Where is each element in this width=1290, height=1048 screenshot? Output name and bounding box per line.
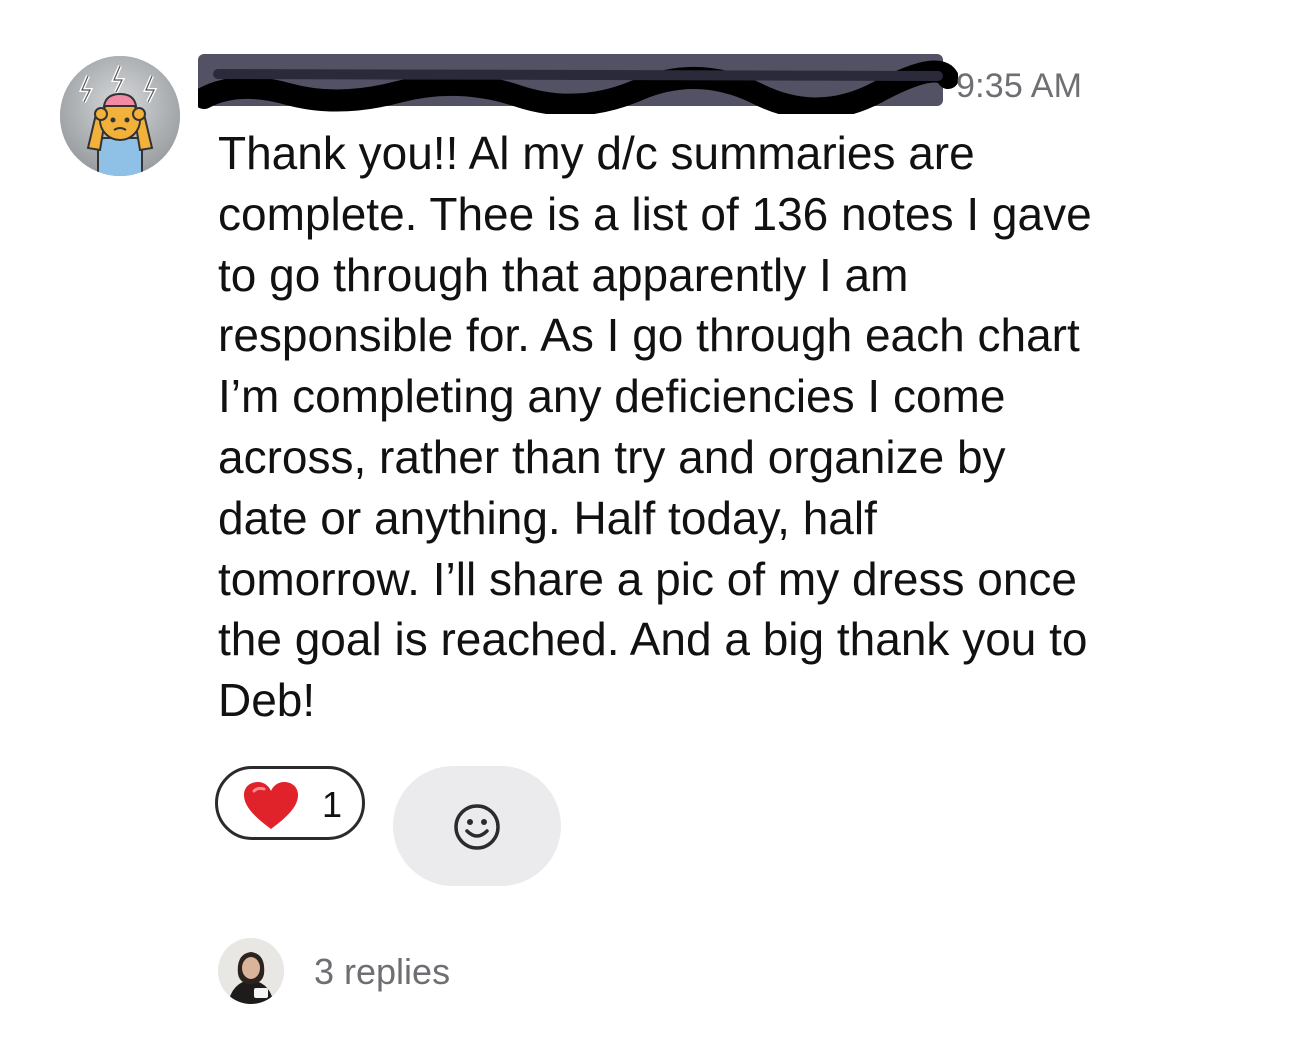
heart-reaction-button[interactable]: 1 xyxy=(215,766,365,840)
chat-message: 9:35 AM Thank you!! Al my d/c summaries … xyxy=(0,0,1290,1048)
author-avatar[interactable] xyxy=(60,56,180,176)
message-header: 9:35 AM xyxy=(198,50,1198,120)
reaction-count: 1 xyxy=(322,784,343,825)
message-timestamp: 9:35 AM xyxy=(956,67,1083,105)
thread-replies-link[interactable]: 3 replies xyxy=(218,938,618,1004)
user-photo-avatar-icon xyxy=(218,938,284,1004)
stressed-cartoon-avatar-icon xyxy=(60,56,180,176)
reply-avatar xyxy=(218,938,284,1004)
redaction-scribble-icon xyxy=(198,60,958,114)
author-name-redacted[interactable] xyxy=(198,54,958,114)
add-reaction-button[interactable] xyxy=(393,766,561,886)
message-text: Thank you!! Al my d/c summaries are comp… xyxy=(218,127,1092,727)
replies-count-label[interactable]: 3 replies xyxy=(314,951,450,993)
red-heart-icon xyxy=(244,782,298,829)
smiley-face-icon xyxy=(454,804,500,850)
